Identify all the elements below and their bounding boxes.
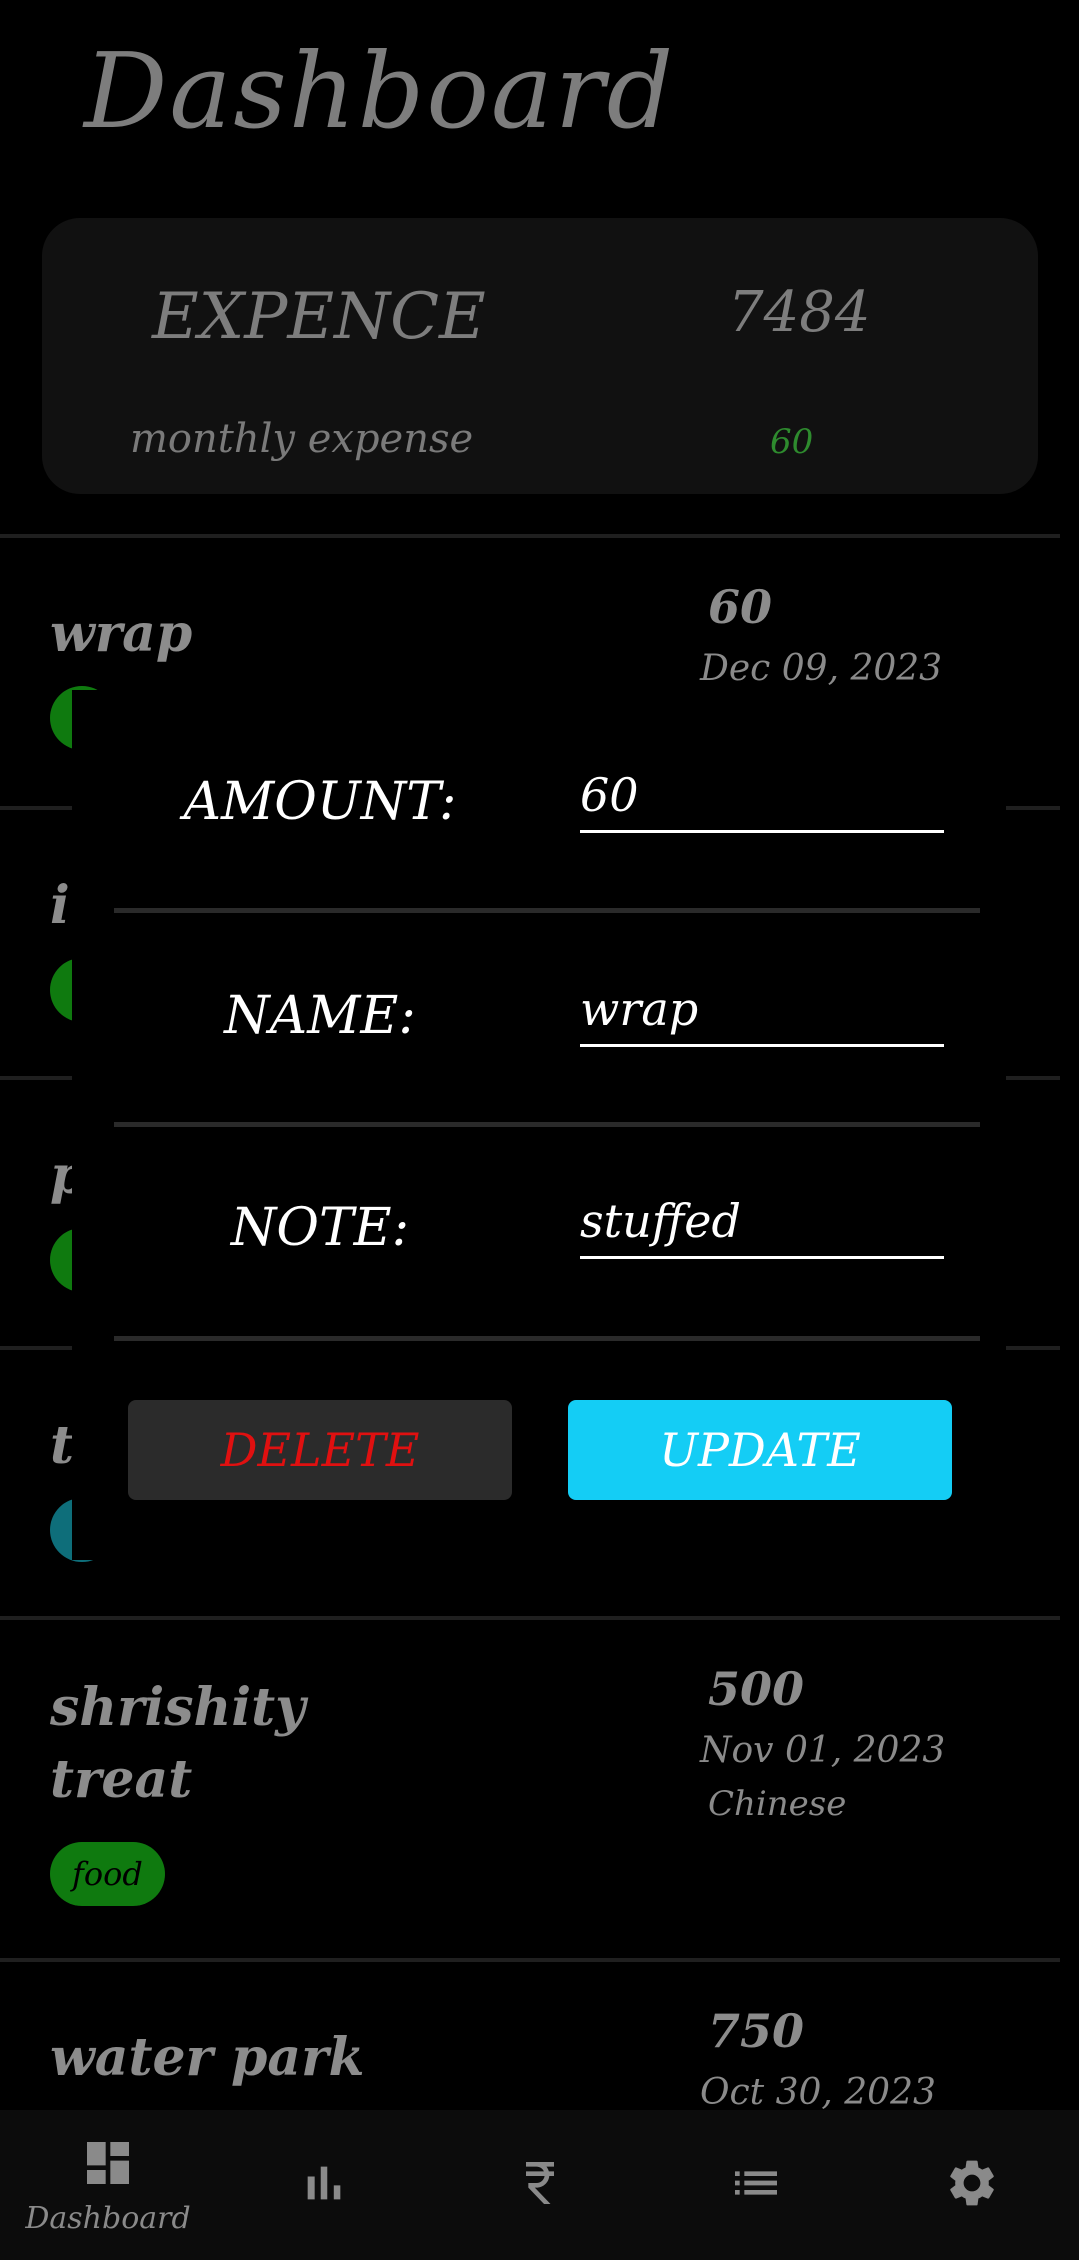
list-item[interactable]: water park 750 Oct 30, 2023 [0,1962,1079,2113]
bottom-nav: Dashboard [0,2110,1079,2260]
name-input[interactable] [580,982,944,1047]
item-date: Oct 30, 2023 [700,2072,936,2113]
nav-label: Dashboard [25,2200,191,2236]
bar-chart-icon [296,2155,352,2215]
list-icon [728,2155,784,2215]
note-label: NOTE: [230,1198,410,1258]
item-note: Chinese [708,1784,847,1824]
item-name: wrap [50,603,193,664]
list-item[interactable]: shrishity treat 500 Nov 01, 2023 Chinese… [0,1620,1079,1958]
rupee-icon [512,2155,568,2215]
delete-button[interactable]: DELETE [128,1400,512,1500]
page-title: Dashboard [84,30,676,152]
item-date: Nov 01, 2023 [700,1730,946,1771]
item-amount: 500 [708,1662,805,1716]
summary-label: EXPENCE [152,280,486,354]
item-name: water park [50,2027,365,2088]
item-name-line1: shrishity [50,1677,306,1738]
summary-sub-label: monthly expense [130,416,474,462]
update-button[interactable]: UPDATE [568,1400,952,1500]
edit-expense-dialog: AMOUNT: NAME: NOTE: DELETE UPDATE [72,690,1006,1560]
nav-item-charts[interactable] [244,2110,404,2260]
item-amount: 60 [708,580,773,634]
name-label: NAME: [224,986,416,1046]
dialog-divider [114,1336,980,1341]
nav-item-settings[interactable] [892,2110,1052,2260]
nav-item-expenses[interactable] [460,2110,620,2260]
item-name: i [50,875,70,936]
item-name-line2: treat [50,1749,193,1810]
summary-card: EXPENCE 7484 monthly expense 60 [42,218,1038,494]
item-date: Dec 09, 2023 [700,648,943,689]
dialog-divider [114,1122,980,1127]
nav-item-dashboard[interactable]: Dashboard [25,2110,191,2260]
amount-label: AMOUNT: [183,772,457,832]
dashboard-icon [80,2135,136,2195]
amount-input[interactable] [580,768,944,833]
note-input[interactable] [580,1194,944,1259]
summary-sub-value: 60 [770,422,814,462]
dialog-divider [114,908,980,913]
gear-icon [944,2155,1000,2215]
item-amount: 750 [708,2004,805,2058]
category-tag: food [50,1842,165,1906]
item-name: t [50,1415,75,1476]
summary-total: 7484 [728,280,871,345]
nav-item-list[interactable] [676,2110,836,2260]
